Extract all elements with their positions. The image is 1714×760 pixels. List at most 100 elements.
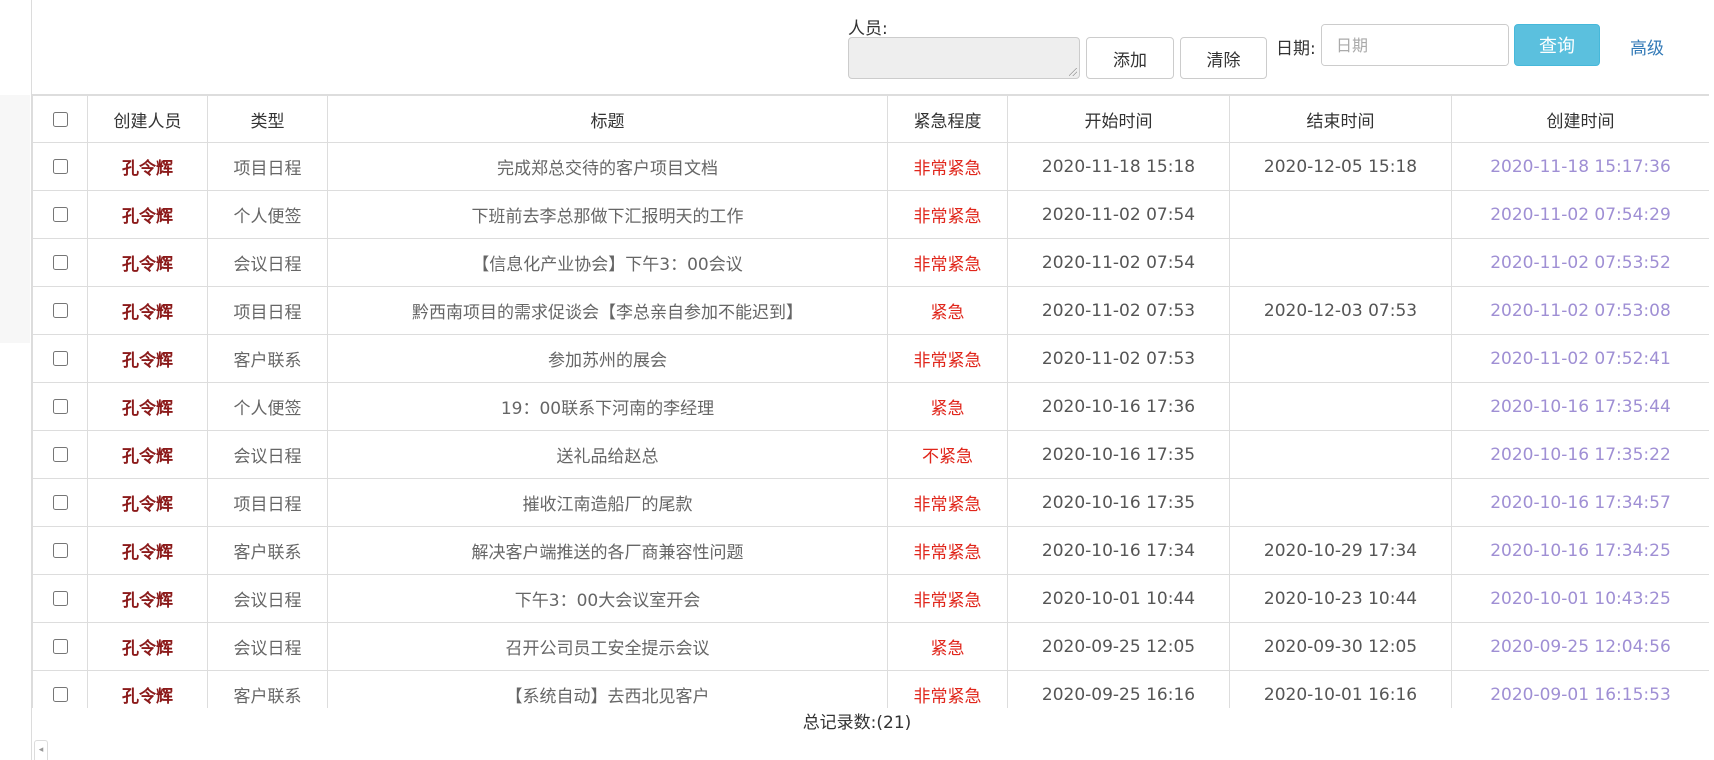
scroll-left-button[interactable]: ◂ [34,740,48,760]
table-row[interactable]: 孔令辉 会议日程 送礼品给赵总 不紧急 2020-10-16 17:35 2020-10-… [32,430,1709,479]
table-row[interactable]: 孔令辉 客户联系 解决客户端推送的各厂商兼容性问题 非常紧急 2020-10-16 17… [32,526,1709,575]
table-row[interactable]: 孔令辉 项目日程 黔西南项目的需求促谈会【李总亲自参加不能迟到】 紧急 2020-11-… [32,286,1709,335]
person-label: 人员: [848,19,888,39]
table-row[interactable]: 孔令辉 个人便签 19：00联系下河南的李经理 紧急 2020-10-16 17:36 2… [32,382,1709,431]
cell-start-time: 2020-09-25 16:16 [1007,670,1230,708]
cell-end-time [1229,334,1452,383]
table-row[interactable]: 孔令辉 项目日程 摧收江南造船厂的尾款 非常紧急 2020-10-16 17:35 202… [32,478,1709,527]
cell-creator: 孔令辉 [87,190,208,239]
clear-button[interactable]: 清除 [1180,37,1267,79]
row-select-cell [32,334,88,383]
cell-start-time: 2020-10-16 17:35 [1007,430,1230,479]
header-end-time[interactable]: 结束时间 [1229,94,1452,143]
table-row[interactable]: 孔令辉 客户联系 参加苏州的展会 非常紧急 2020-11-02 07:53 2020-1… [32,334,1709,383]
resize-grip-icon[interactable] [1069,68,1077,76]
row-checkbox[interactable] [52,255,68,270]
cell-start-time: 2020-10-01 10:44 [1007,574,1230,623]
cell-creator: 孔令辉 [87,238,208,287]
cell-start-time: 2020-11-02 07:54 [1007,238,1230,287]
select-all-cell [32,94,88,143]
row-checkbox[interactable] [52,399,68,414]
cell-creator: 孔令辉 [87,142,208,191]
row-checkbox[interactable] [52,351,68,366]
cell-urgency: 非常紧急 [887,190,1008,239]
row-select-cell [32,574,88,623]
cell-created-time: 2020-11-02 07:54:29 [1451,190,1709,239]
cell-end-time: 2020-12-05 15:18 [1229,142,1452,191]
table-row[interactable]: 孔令辉 会议日程 下午3：00大会议室开会 非常紧急 2020-10-01 10:44 2… [32,574,1709,623]
table-row[interactable]: 孔令辉 会议日程 【信息化产业协会】下午3：00会议 非常紧急 2020-11-02 0… [32,238,1709,287]
cell-created-time: 2020-10-16 17:34:57 [1451,478,1709,527]
cell-start-time: 2020-10-16 17:34 [1007,526,1230,575]
cell-end-time: 2020-10-23 10:44 [1229,574,1452,623]
cell-type: 会议日程 [207,238,328,287]
table-row[interactable]: 孔令辉 客户联系 【系统自动】去西北见客户 非常紧急 2020-09-25 16:16 2… [32,670,1709,708]
cell-end-time [1229,238,1452,287]
arrow-left-icon: ◂ [38,745,44,755]
cell-start-time: 2020-11-02 07:54 [1007,190,1230,239]
cell-urgency: 非常紧急 [887,670,1008,708]
cell-creator: 孔令辉 [87,334,208,383]
row-checkbox[interactable] [52,495,68,510]
cell-urgency: 非常紧急 [887,574,1008,623]
cell-creator: 孔令辉 [87,430,208,479]
cell-type: 会议日程 [207,622,328,671]
cell-urgency: 非常紧急 [887,526,1008,575]
row-checkbox[interactable] [52,447,68,462]
cell-type: 客户联系 [207,526,328,575]
date-label: 日期: [1276,39,1316,59]
cell-type: 会议日程 [207,430,328,479]
cell-urgency: 紧急 [887,286,1008,335]
cell-creator: 孔令辉 [87,286,208,335]
cell-created-time: 2020-09-01 16:15:53 [1451,670,1709,708]
row-checkbox[interactable] [52,303,68,318]
table-row[interactable]: 孔令辉 项目日程 完成郑总交待的客户项目文档 非常紧急 2020-11-18 15:18… [32,142,1709,191]
header-title[interactable]: 标题 [327,94,888,143]
table-header-row: 创建人员 类型 标题 紧急程度 开始时间 结束时间 创建时间 [32,94,1709,143]
cell-title: 解决客户端推送的各厂商兼容性问题 [327,526,888,575]
cell-start-time: 2020-10-16 17:36 [1007,382,1230,431]
header-start-time[interactable]: 开始时间 [1007,94,1230,143]
query-button[interactable]: 查询 [1514,24,1600,66]
cell-created-time: 2020-10-16 17:34:25 [1451,526,1709,575]
cell-start-time: 2020-10-16 17:35 [1007,478,1230,527]
row-checkbox[interactable] [52,207,68,222]
row-select-cell [32,238,88,287]
cell-urgency: 紧急 [887,622,1008,671]
add-button[interactable]: 添加 [1086,37,1174,79]
row-select-cell [32,430,88,479]
date-input[interactable] [1322,25,1508,65]
cell-creator: 孔令辉 [87,526,208,575]
cell-title: 摧收江南造船厂的尾款 [327,478,888,527]
select-all-checkbox[interactable] [52,111,68,127]
row-checkbox[interactable] [52,543,68,558]
cell-end-time [1229,190,1452,239]
row-select-cell [32,670,88,708]
cell-created-time: 2020-11-02 07:53:08 [1451,286,1709,335]
row-checkbox[interactable] [52,687,68,702]
row-checkbox[interactable] [52,159,68,174]
cell-title: 送礼品给赵总 [327,430,888,479]
header-urgency[interactable]: 紧急程度 [887,94,1008,143]
person-textarea[interactable] [848,37,1080,79]
table-row[interactable]: 孔令辉 个人便签 下班前去李总那做下汇报明天的工作 非常紧急 2020-11-02 07… [32,190,1709,239]
row-checkbox[interactable] [52,639,68,654]
cell-urgency: 非常紧急 [887,334,1008,383]
table-row[interactable]: 孔令辉 会议日程 召开公司员工安全提示会议 紧急 2020-09-25 12:05 202… [32,622,1709,671]
schedule-table-container: 创建人员 类型 标题 紧急程度 开始时间 结束时间 创建时间 孔令辉 项目日程 完成… [32,94,1709,708]
cell-end-time: 2020-10-29 17:34 [1229,526,1452,575]
cell-type: 项目日程 [207,142,328,191]
header-creator[interactable]: 创建人员 [87,94,208,143]
advanced-link[interactable]: 高级 [1630,34,1664,59]
row-checkbox[interactable] [52,591,68,606]
cell-end-time: 2020-12-03 07:53 [1229,286,1452,335]
cell-end-time [1229,478,1452,527]
row-select-cell [32,190,88,239]
cell-type: 客户联系 [207,334,328,383]
cell-urgency: 不紧急 [887,430,1008,479]
header-type[interactable]: 类型 [207,94,328,143]
cell-end-time: 2020-09-30 12:05 [1229,622,1452,671]
header-created-time[interactable]: 创建时间 [1451,94,1709,143]
cell-type: 项目日程 [207,478,328,527]
schedule-table: 创建人员 类型 标题 紧急程度 开始时间 结束时间 创建时间 孔令辉 项目日程 完成… [32,94,1709,708]
